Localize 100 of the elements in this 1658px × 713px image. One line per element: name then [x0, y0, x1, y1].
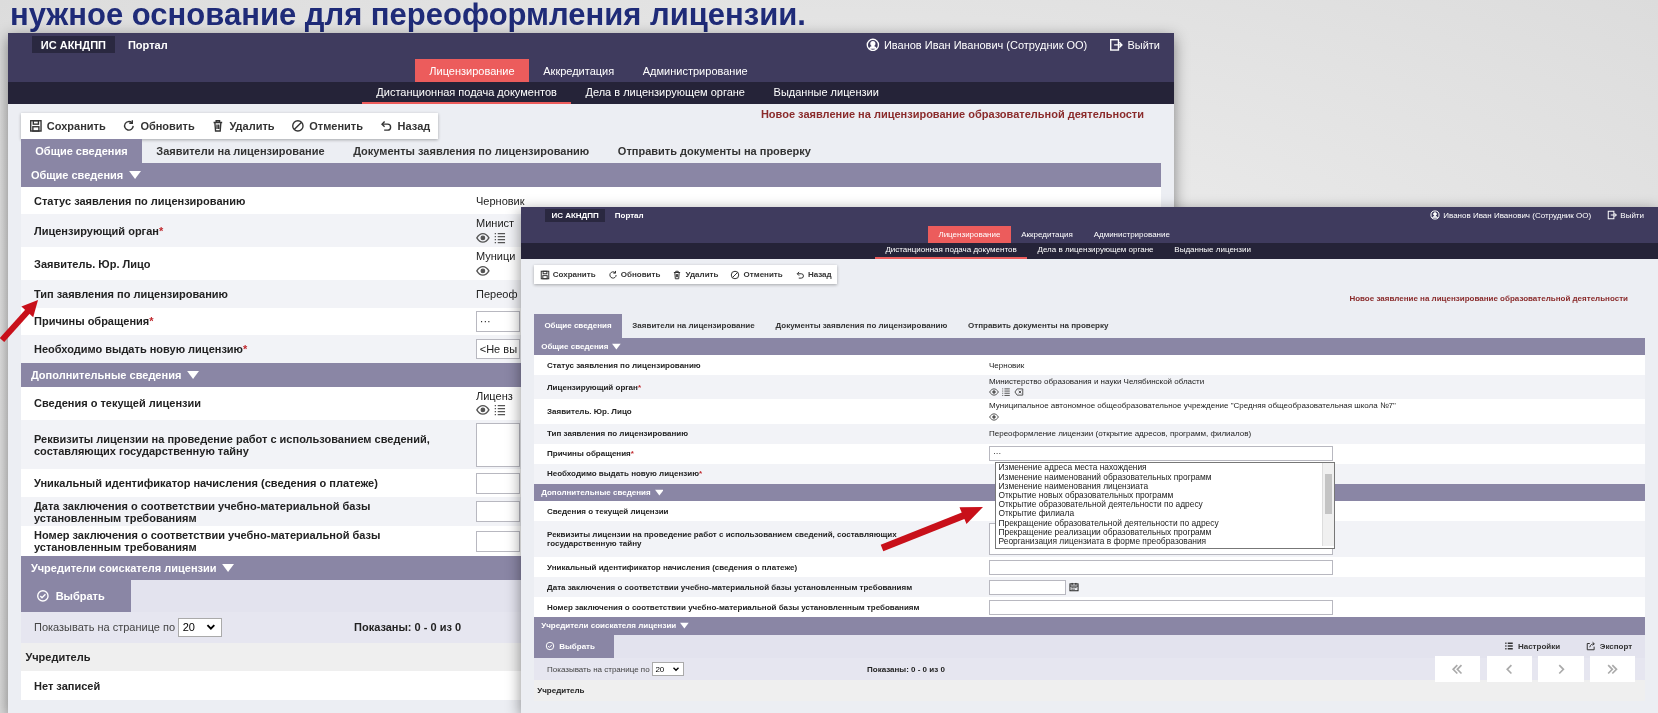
form-tab[interactable]: Заявители на лицензирование: [141, 138, 339, 163]
page-size-select[interactable]: 20: [178, 617, 222, 637]
user-menu[interactable]: Иванов Иван Иванович (Сотрудник ОО): [865, 37, 1088, 52]
date-field[interactable]: [989, 579, 1066, 595]
last-page-button[interactable]: [1590, 655, 1636, 683]
settings-button[interactable]: Настройки: [1491, 634, 1573, 658]
dropdown-option[interactable]: Прекращение образовательной деятельности по адресу: [996, 518, 1322, 528]
field-label: Уникальный идентификатор начисления (сведения о платеже): [33, 476, 379, 492]
dropdown-option[interactable]: Изменение наименования лицензиата: [996, 481, 1322, 491]
eye-icon[interactable]: [989, 411, 999, 422]
save-button[interactable]: Сохранить: [539, 269, 596, 280]
subnav-tab[interactable]: Дела в лицензирующем органе: [1027, 243, 1164, 259]
portal-link[interactable]: Портал: [614, 210, 644, 220]
portal-link[interactable]: Портал: [127, 38, 168, 51]
scrollbar[interactable]: [1321, 462, 1334, 547]
caret-icon[interactable]: [680, 622, 690, 630]
list-icon[interactable]: [493, 403, 507, 418]
input-field[interactable]: [476, 472, 520, 494]
dropdown-option[interactable]: Открытие образовательной деятельности по адресу: [996, 500, 1322, 510]
form-tab[interactable]: Отправить документы на проверку: [957, 313, 1119, 338]
field-value: Министерство образования и науки Челябинской области: [989, 377, 1205, 387]
field-value: Муниципальное автономное общеобразовательное учреждение "Средняя общеобразовательная школа №7": [989, 401, 1396, 411]
check-circle-icon: [36, 589, 51, 603]
dropdown-option[interactable]: Изменение наименований образовательных программ: [996, 472, 1322, 482]
logout-icon: [1607, 210, 1618, 221]
cancel-button[interactable]: Отменить: [291, 119, 363, 133]
dropdown-option[interactable]: Открытие филиала: [996, 509, 1322, 519]
caret-icon[interactable]: [654, 488, 664, 496]
calendar-icon[interactable]: [1069, 582, 1080, 593]
input-field[interactable]: [476, 501, 520, 522]
cancel-button[interactable]: Отменить: [730, 269, 783, 280]
subnav-tab[interactable]: Выданные лицензии: [759, 82, 894, 105]
page-title: Новое заявление на лицензирование образовательной деятельности: [1349, 293, 1629, 306]
caret-icon[interactable]: [186, 369, 199, 380]
subnav-tab[interactable]: Дистанционная подача документов: [875, 243, 1028, 259]
dropdown-option[interactable]: Прекращение реализации образовательных программ: [996, 527, 1322, 538]
field-label: Причины обращения*: [33, 314, 155, 330]
field-value: Муници: [476, 250, 516, 263]
export-button[interactable]: Экспорт: [1572, 634, 1645, 658]
trash-icon: [672, 269, 683, 280]
nav-tab[interactable]: Администрирование: [1083, 225, 1181, 243]
refresh-button[interactable]: Обновить: [122, 119, 195, 133]
input-field[interactable]: [476, 530, 520, 552]
nav-tab[interactable]: Администрирование: [628, 58, 762, 83]
form-tab[interactable]: Документы заявления по лицензированию: [338, 138, 604, 163]
section-title: Учредители соискателя лицензии: [30, 561, 217, 574]
back-arrow-icon: [794, 269, 805, 280]
list-icon[interactable]: [493, 230, 507, 245]
field-label: Дата заключения о соответствии учебно-материальной базы установленным требованиям: [33, 498, 372, 526]
dropdown-option[interactable]: Изменение адреса места нахождения: [996, 463, 1322, 473]
field-label: Сведения о текущей лицензии: [546, 505, 670, 518]
eye-icon[interactable]: [989, 387, 999, 398]
eye-icon[interactable]: [476, 230, 490, 245]
back-button[interactable]: Назад: [794, 269, 832, 280]
nav-tab[interactable]: Аккредитация: [528, 58, 629, 83]
field-label: Сведения о текущей лицензии: [33, 396, 203, 412]
input-field[interactable]: ···: [989, 445, 1333, 462]
page-size-label: Показывать на странице по: [547, 664, 650, 674]
first-page-button[interactable]: [1434, 655, 1481, 683]
subnav-tab[interactable]: Дистанционная подача документов: [362, 82, 572, 105]
caret-icon[interactable]: [222, 562, 235, 573]
field-value: Черновик: [989, 360, 1025, 370]
input-field[interactable]: ···: [476, 311, 520, 332]
user-icon: [1430, 210, 1441, 221]
caret-icon[interactable]: [128, 169, 141, 180]
refresh-button[interactable]: Обновить: [607, 269, 661, 280]
field-value: Переоформление лицензии (открытие адресов, программ, филиалов): [989, 429, 1252, 438]
section-title: Дополнительные сведения: [30, 368, 182, 381]
page-title: Новое заявление на лицензирование образовательной деятельности: [760, 107, 1145, 120]
subnav-tab[interactable]: Выданные лицензии: [1163, 243, 1262, 259]
logout-button[interactable]: Выйти: [1607, 210, 1644, 221]
field-label: Заявитель. Юр. Лицо: [546, 405, 633, 418]
delete-button[interactable]: Удалить: [211, 119, 275, 133]
list-icon[interactable]: [1001, 387, 1012, 398]
delete-button[interactable]: Удалить: [672, 269, 719, 280]
nav-tab[interactable]: Аккредитация: [1010, 225, 1084, 243]
input-field[interactable]: [989, 559, 1333, 575]
dropdown-list[interactable]: [995, 461, 1335, 549]
save-button[interactable]: Сохранить: [28, 119, 106, 133]
clear-icon[interactable]: [1013, 387, 1024, 398]
form-tab[interactable]: Отправить документы на проверку: [603, 138, 826, 163]
form-tab[interactable]: Заявители на лицензирование: [621, 313, 766, 338]
input-field[interactable]: <Не вы: [476, 338, 520, 360]
list-icon: [1503, 641, 1514, 652]
page-size-label: Показывать на странице по: [34, 621, 176, 634]
column-header: Учредитель: [21, 642, 521, 672]
eye-icon[interactable]: [476, 263, 490, 278]
back-button[interactable]: Назад: [379, 119, 431, 133]
form-tab[interactable]: Документы заявления по лицензированию: [765, 313, 958, 338]
logout-icon: [1109, 37, 1124, 52]
caret-icon[interactable]: [612, 342, 622, 350]
page-size-select[interactable]: 20: [652, 661, 685, 677]
user-menu[interactable]: Иванов Иван Иванович (Сотрудник ОО): [1430, 210, 1592, 221]
logout-button[interactable]: Выйти: [1109, 37, 1160, 52]
subnav-tab[interactable]: Дела в лицензирующем органе: [571, 82, 760, 105]
dropdown-option[interactable]: Реорганизация лицензиата в форме преобразования: [996, 537, 1322, 547]
eye-icon[interactable]: [476, 403, 490, 418]
dropdown-option[interactable]: Открытие новых образовательных программ: [996, 491, 1322, 501]
input-field[interactable]: [989, 599, 1333, 615]
field-label: Уникальный идентификатор начисления (сведения о платеже): [546, 561, 799, 574]
